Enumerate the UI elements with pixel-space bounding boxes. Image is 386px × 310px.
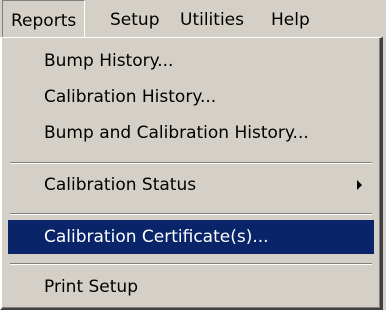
menu-item-bump-history[interactable]: Bump History... (8, 44, 374, 78)
reports-dropdown-menu: Bump History... Calibration History... B… (0, 37, 383, 310)
menu-separator (10, 263, 372, 265)
menu-reports[interactable]: Reports (2, 0, 86, 38)
menu-utilities[interactable]: Utilities (172, 0, 252, 38)
menu-item-print-setup[interactable]: Print Setup (8, 270, 374, 304)
chevron-right-icon (357, 180, 362, 190)
menu-separator (10, 162, 372, 164)
menu-bar: Reports Setup Utilities Help (0, 0, 386, 38)
menu-separator (10, 213, 372, 215)
menu-setup[interactable]: Setup (102, 0, 167, 38)
menu-item-calibration-certificates[interactable]: Calibration Certificate(s)... (8, 220, 374, 254)
menu-help[interactable]: Help (263, 0, 318, 38)
menu-item-calibration-status[interactable]: Calibration Status (8, 168, 374, 202)
menu-item-calibration-status-label: Calibration Status (44, 175, 197, 195)
menu-item-bump-and-calibration-history[interactable]: Bump and Calibration History... (8, 116, 374, 150)
menu-item-calibration-history[interactable]: Calibration History... (8, 80, 374, 114)
